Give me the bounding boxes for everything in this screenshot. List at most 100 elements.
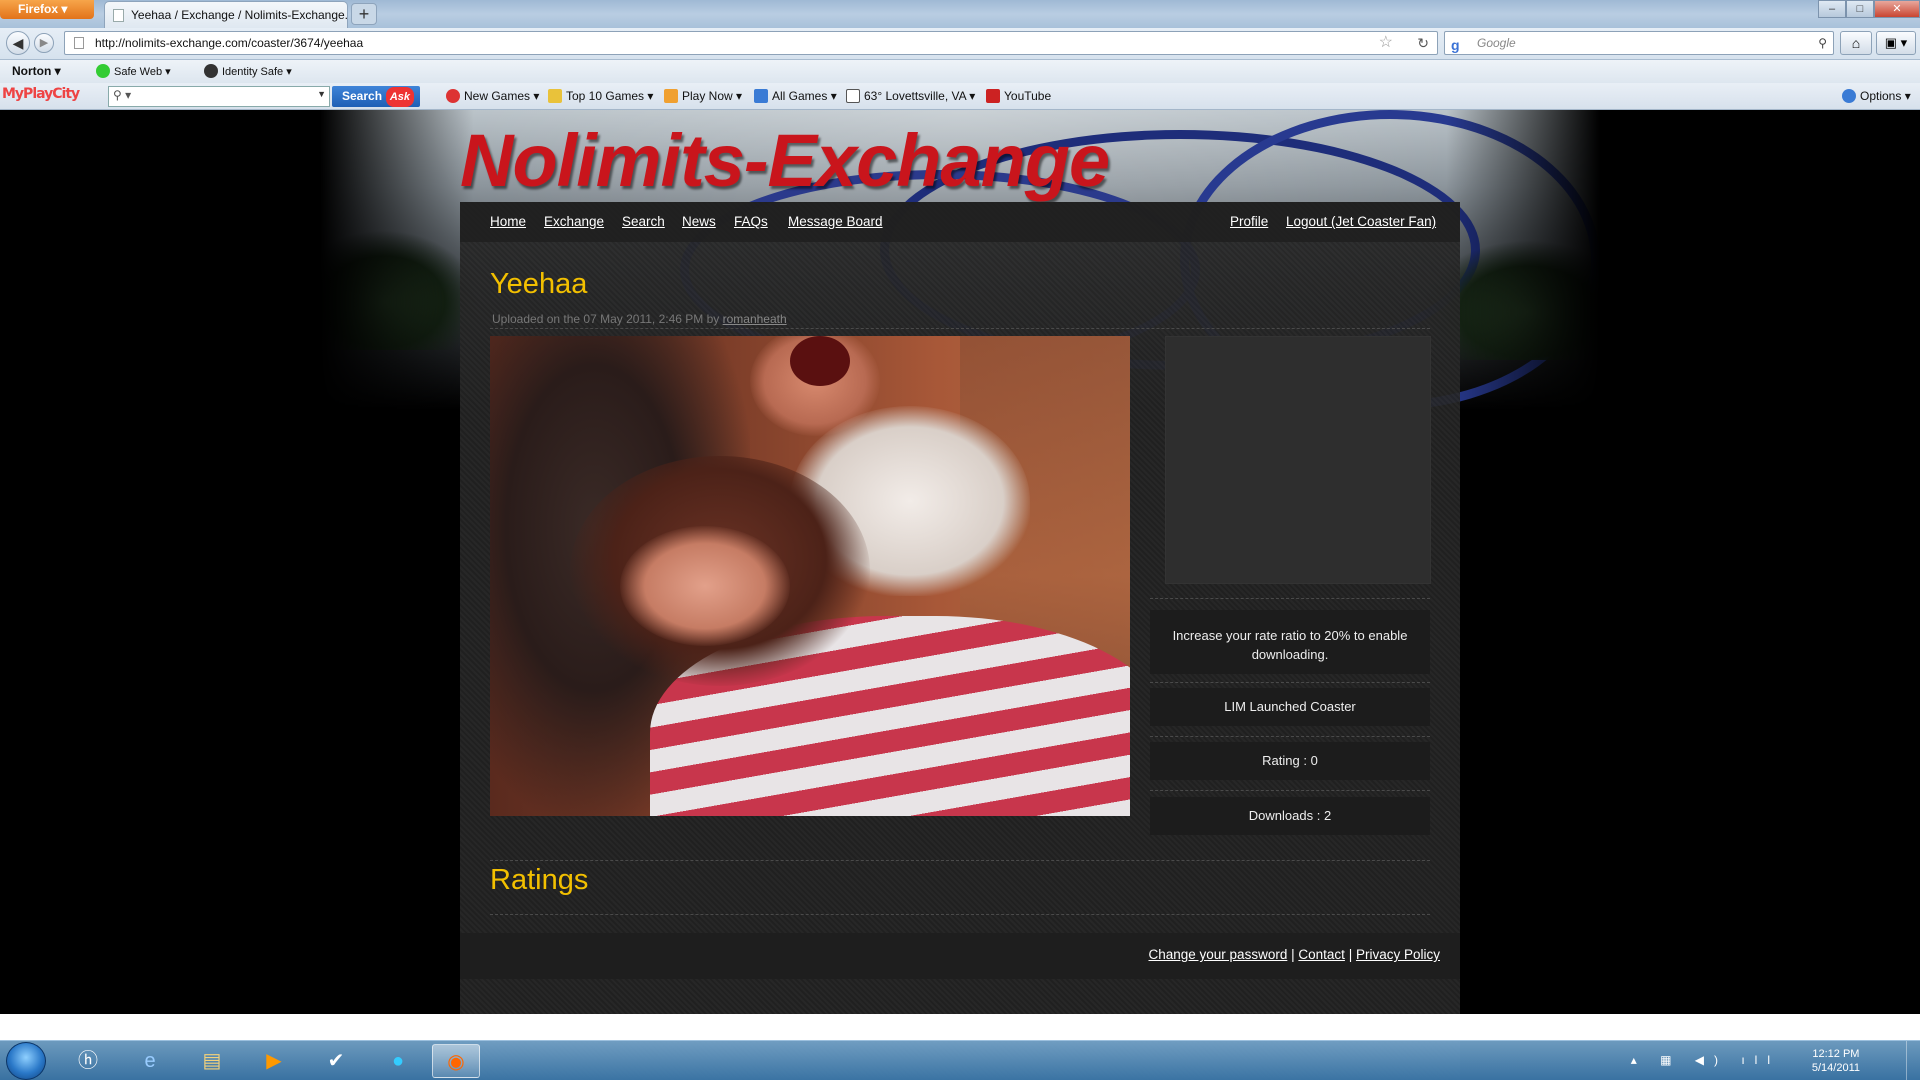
privacy-policy-link[interactable]: Privacy Policy [1356, 947, 1440, 962]
uploader-link[interactable]: romanheath [723, 312, 787, 326]
coaster-type: LIM Launched Coaster [1150, 688, 1430, 726]
change-password-link[interactable]: Change your password [1149, 947, 1288, 962]
page-title: Yeehaa [490, 268, 588, 300]
search-icon[interactable]: ⚲ [1818, 32, 1827, 54]
content-container: Home Exchange Search News FAQs Message B… [460, 202, 1460, 1080]
toolbar-item-weather[interactable]: 63° Lovettsville, VA ▾ [846, 89, 975, 103]
page-icon [74, 37, 84, 49]
nav-news[interactable]: News [682, 214, 716, 229]
clock[interactable]: 12:12 PM 5/14/2011 [1812, 1047, 1860, 1075]
back-icon[interactable]: ◀ [6, 31, 30, 55]
divider [1150, 682, 1430, 683]
divider [490, 860, 1430, 861]
site-logo-title[interactable]: Nolimits-Exchange [460, 118, 1110, 203]
identity-safe-icon [204, 64, 218, 78]
photo-mouth [790, 336, 850, 386]
site-footer: Change your password | Contact | Privacy… [460, 933, 1460, 979]
ratings-heading: Ratings [490, 864, 589, 896]
firefox-menu-button[interactable]: Firefox ▾ [0, 0, 94, 19]
trophy-icon [548, 89, 562, 103]
identity-safe-menu[interactable]: Identity Safe ▾ [204, 64, 292, 78]
toolbar-options[interactable]: Options ▾ [1842, 89, 1911, 103]
browser-title-bar: Firefox ▾ Yeehaa / Exchange / Nolimits-E… [0, 0, 1920, 28]
site-navigation: Home Exchange Search News FAQs Message B… [460, 202, 1460, 242]
game-icon [446, 89, 460, 103]
minimize-icon[interactable]: – [1818, 0, 1846, 18]
page-icon [113, 9, 124, 22]
status-area [0, 1014, 1920, 1040]
search-placeholder: Google [1477, 36, 1516, 50]
playcity-logo[interactable]: MyPlayCity [2, 86, 80, 102]
maximize-icon[interactable]: □ [1846, 0, 1874, 18]
contact-link[interactable]: Contact [1298, 947, 1345, 962]
search-engine-box[interactable]: g Google ⚲ [1444, 31, 1834, 55]
system-tray-icons[interactable]: ▴ ▦ ◀) ıll [1631, 1053, 1780, 1067]
toolbar-item-play-now[interactable]: Play Now ▾ [664, 89, 742, 103]
browser-tab-active[interactable]: Yeehaa / Exchange / Nolimits-Exchange...… [104, 1, 348, 28]
nav-search[interactable]: Search [622, 214, 665, 229]
bookmark-star-icon[interactable]: ☆ [1379, 32, 1393, 54]
footer-links: Change your password | Contact | Privacy… [1149, 947, 1441, 962]
nav-logout[interactable]: Logout (Jet Coaster Fan) [1286, 214, 1436, 229]
internet-explorer-icon[interactable]: e [126, 1044, 174, 1078]
nav-exchange[interactable]: Exchange [544, 214, 604, 229]
separator: | [1291, 947, 1295, 962]
toolbar-item-youtube[interactable]: YouTube [986, 89, 1051, 103]
options-icon [1842, 89, 1856, 103]
photo-hand [620, 526, 790, 646]
start-button[interactable] [6, 1042, 46, 1080]
nav-faqs[interactable]: FAQs [734, 214, 768, 229]
toolbar-item-top-10[interactable]: Top 10 Games ▾ [548, 89, 653, 103]
reload-icon[interactable]: ↻ [1417, 32, 1429, 54]
safe-web-icon [96, 64, 110, 78]
download-count: Downloads : 2 [1150, 797, 1430, 835]
norton-menu[interactable]: Norton ▾ [12, 64, 61, 78]
forward-icon[interactable]: ▶ [34, 33, 54, 53]
addon-bar-icon[interactable]: ▣ ▾ [1876, 31, 1916, 55]
grid-icon [754, 89, 768, 103]
upload-info: Uploaded on the 07 May 2011, 2:46 PM by … [492, 312, 787, 326]
new-tab-button[interactable]: + [351, 3, 377, 25]
url-text: http://nolimits-exchange.com/coaster/367… [95, 36, 364, 50]
ad-placeholder [1165, 336, 1431, 584]
separator: | [1348, 947, 1353, 962]
safe-web-menu[interactable]: Safe Web ▾ [96, 64, 171, 78]
clock-date: 5/14/2011 [1811, 1062, 1860, 1074]
ask-logo: Ask [385, 87, 414, 107]
google-icon[interactable]: g [1451, 34, 1460, 56]
toolbar-item-new-games[interactable]: New Games ▾ [446, 89, 539, 103]
hp-icon[interactable]: ⓗ [64, 1044, 112, 1078]
divider [490, 328, 1430, 329]
home-icon[interactable]: ⌂ [1840, 31, 1872, 55]
navigation-bar: ◀ ▶ http://nolimits-exchange.com/coaster… [0, 28, 1920, 60]
divider [1150, 790, 1430, 791]
nav-message-board[interactable]: Message Board [788, 214, 883, 229]
media-player-icon[interactable]: ▶ [250, 1044, 298, 1078]
nav-profile[interactable]: Profile [1230, 214, 1268, 229]
toolbar-item-all-games[interactable]: All Games ▾ [754, 89, 837, 103]
youtube-icon [986, 89, 1000, 103]
checkmark-app-icon[interactable]: ✔ [312, 1044, 360, 1078]
chevron-down-icon[interactable]: ▼ [317, 89, 326, 99]
rating-value: Rating : 0 [1150, 742, 1430, 780]
firefox-taskbar-icon[interactable]: ◉ [432, 1044, 480, 1078]
norton-toolbar: Norton ▾ Safe Web ▾ Identity Safe ▾ [0, 60, 1920, 83]
toolbar-search-input[interactable]: ⚲ ▾ ▼ [108, 86, 330, 107]
playcity-toolbar: MyPlayCity ⚲ ▾ ▼ Search Ask New Games ▾ … [0, 83, 1920, 110]
download-notice: Increase your rate ratio to 20% to enabl… [1150, 610, 1430, 674]
window-controls: – □ ✕ [1818, 0, 1920, 18]
weather-icon [846, 89, 860, 103]
divider [490, 914, 1430, 915]
toolbar-search-button[interactable]: Search Ask [332, 86, 420, 107]
close-icon[interactable]: ✕ [1874, 0, 1920, 18]
clock-time: 12:12 PM [1812, 1048, 1860, 1060]
divider [1150, 598, 1430, 599]
show-desktop-button[interactable] [1906, 1041, 1920, 1080]
windows-taskbar: ⓗ e ▤ ▶ ✔ ● ◉ ▴ ▦ ◀) ıll 12:12 PM 5/14/2… [0, 1040, 1920, 1080]
url-bar[interactable]: http://nolimits-exchange.com/coaster/367… [64, 31, 1438, 55]
folder-icon[interactable]: ▤ [188, 1044, 236, 1078]
circle-app-icon[interactable]: ● [374, 1044, 422, 1078]
nav-home[interactable]: Home [490, 214, 526, 229]
coaster-screenshot[interactable] [490, 336, 1130, 816]
play-icon [664, 89, 678, 103]
